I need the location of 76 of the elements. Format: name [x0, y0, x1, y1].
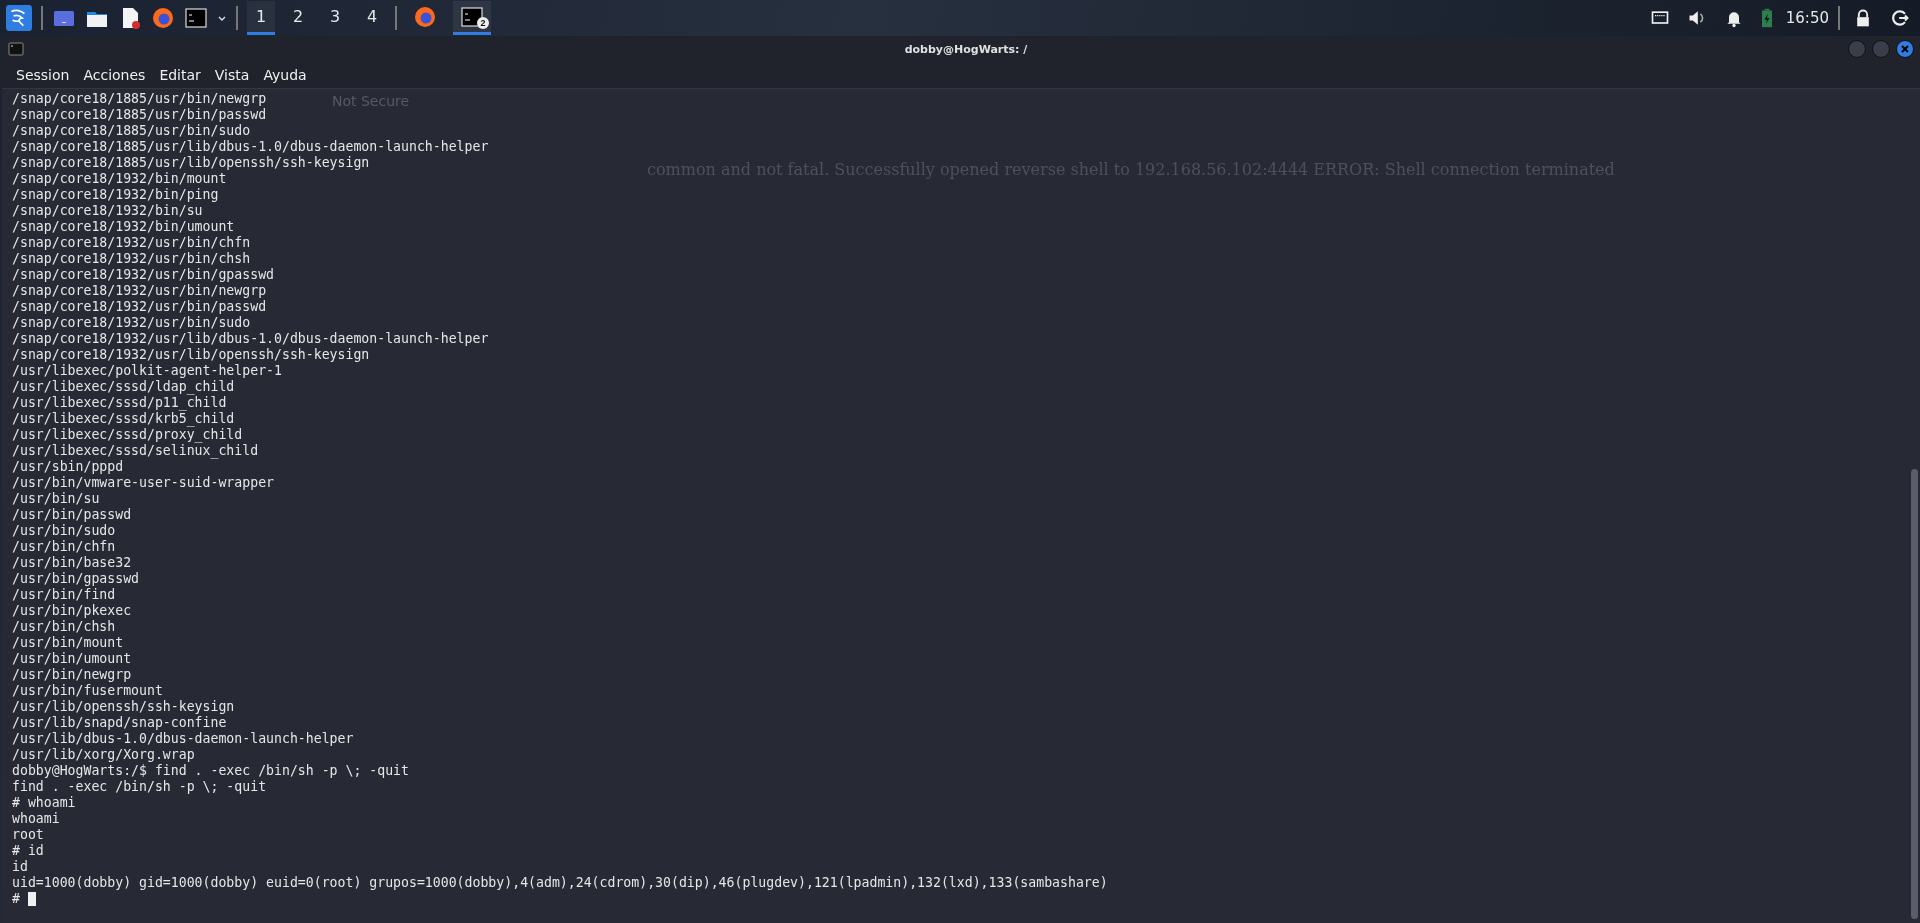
terminal-line: /usr/bin/sudo: [12, 523, 116, 539]
battery-icon[interactable]: [1760, 8, 1773, 28]
scrollbar-thumb[interactable]: [1911, 469, 1918, 919]
terminal-line: /usr/bin/fusermount: [12, 683, 163, 699]
menu-item[interactable]: Session: [10, 65, 76, 85]
text-cursor: [27, 892, 36, 906]
menu-item[interactable]: Ayuda: [257, 65, 313, 85]
terminal-line: /usr/bin/su: [12, 491, 100, 507]
terminal-line: /snap/core18/1932/bin/mount: [12, 171, 227, 187]
logout-icon[interactable]: [1890, 8, 1910, 28]
fox-icon[interactable]: [151, 6, 175, 30]
terminal-line: /snap/core18/1885/usr/bin/passwd: [12, 107, 267, 123]
terminal-line: /usr/libexec/sssd/krb5_child: [12, 411, 235, 427]
terminal-icon: [460, 4, 484, 29]
clock[interactable]: 16:50: [1785, 9, 1829, 27]
terminal-line: /snap/core18/1932/usr/bin/sudo: [12, 315, 251, 331]
terminal-line: /snap/core18/1932/bin/ping: [12, 187, 219, 203]
terminal-line: /usr/bin/vmware-user-suid-wrapper: [12, 475, 274, 491]
terminal-line: /snap/core18/1932/usr/bin/newgrp: [12, 283, 267, 299]
terminal-line: # id: [12, 843, 44, 859]
dragon-icon[interactable]: [6, 5, 32, 31]
menu-item[interactable]: Vista: [208, 65, 256, 85]
fox-icon: [413, 4, 437, 29]
terminal-line: id: [12, 859, 28, 875]
terminal-task-button[interactable]: 2: [453, 1, 491, 35]
close-icon: [1900, 44, 1910, 54]
terminal-line: dobby@HogWarts:/$ find . -exec /bin/sh -p \; -quit: [12, 763, 409, 779]
terminal-line: uid=1000(dobby) gid=1000(dobby) euid=0(root) grupos=1000(dobby),4(adm),24(cdrom),30(dip),46(plugdev),121(lpadmin),132(lxd),133(sambashare): [12, 875, 1108, 891]
terminal-line: /snap/core18/1932/bin/umount: [12, 219, 235, 235]
terminal-line: /usr/libexec/sssd/ldap_child: [12, 379, 235, 395]
terminal-line: /snap/core18/1932/bin/su: [12, 203, 203, 219]
terminal-icon: [8, 41, 24, 57]
terminal-line: /usr/bin/base32: [12, 555, 132, 571]
terminal-line: /snap/core18/1885/usr/lib/openssh/ssh-keysign: [12, 155, 370, 171]
terminal-line: /usr/lib/xorg/Xorg.wrap: [12, 747, 195, 763]
terminal-line: /usr/bin/pkexec: [12, 603, 132, 619]
terminal-line: /snap/core18/1932/usr/lib/openssh/ssh-keysign: [12, 347, 370, 363]
terminal-line: /usr/bin/chfn: [12, 539, 116, 555]
workspace-tab[interactable]: 1: [247, 1, 275, 35]
terminal-line: whoami: [12, 811, 60, 827]
terminal-line: /usr/lib/openssh/ssh-keysign: [12, 699, 235, 715]
terminal-line: /usr/bin/gpasswd: [12, 571, 140, 587]
terminal-line: /snap/core18/1885/usr/lib/dbus-1.0/dbus-daemon-launch-helper: [12, 139, 489, 155]
menu-item[interactable]: Acciones: [77, 65, 152, 85]
terminal-line: /usr/bin/find: [12, 587, 116, 603]
terminal-line: root: [12, 827, 44, 843]
terminal-line: /usr/libexec/sssd/selinux_child: [12, 443, 259, 459]
terminal-line: /snap/core18/1885/usr/bin/sudo: [12, 123, 251, 139]
close-button[interactable]: [1896, 40, 1914, 58]
terminal-line: find . -exec /bin/sh -p \; -quit: [12, 779, 267, 795]
terminal-prompt: #: [12, 891, 20, 907]
terminal-line: /usr/lib/snapd/snap-confine: [12, 715, 227, 731]
terminal-icon[interactable]: [184, 6, 208, 30]
terminal-line: /usr/libexec/polkit-agent-helper-1: [12, 363, 282, 379]
terminal-line: /usr/bin/newgrp: [12, 667, 132, 683]
terminal-line: /snap/core18/1932/usr/bin/passwd: [12, 299, 267, 315]
terminal-line: /snap/core18/1932/usr/bin/chfn: [12, 235, 251, 251]
window-title: dobby@HogWarts: /: [903, 42, 1028, 56]
terminal-line: /snap/core18/1932/usr/bin/gpasswd: [12, 267, 274, 283]
terminal-line: /usr/libexec/sssd/p11_child: [12, 395, 227, 411]
workspace-tab[interactable]: 4: [358, 1, 386, 35]
terminal-line: /snap/core18/1932/usr/bin/chsh: [12, 251, 251, 267]
terminal-line: # whoami: [12, 795, 76, 811]
terminal-line: /usr/bin/chsh: [12, 619, 116, 635]
terminal-line: /snap/core18/1885/usr/bin/newgrp: [12, 91, 267, 107]
workspace-tab[interactable]: 3: [321, 1, 349, 35]
workspace-tab[interactable]: 2: [284, 1, 312, 35]
menu-item[interactable]: Editar: [153, 65, 207, 85]
terminal-line: /snap/core18/1932/usr/lib/dbus-1.0/dbus-daemon-launch-helper: [12, 331, 489, 347]
terminal-line: /usr/libexec/sssd/proxy_child: [12, 427, 243, 443]
terminal-line: /usr/bin/passwd: [12, 507, 132, 523]
terminal-line: /usr/sbin/pppd: [12, 459, 124, 475]
terminal-line: /usr/lib/dbus-1.0/dbus-daemon-launch-helper: [12, 731, 354, 747]
terminal-line: /usr/bin/umount: [12, 651, 132, 667]
count-badge: 2: [477, 17, 489, 29]
terminal-line: /usr/bin/mount: [12, 635, 124, 651]
